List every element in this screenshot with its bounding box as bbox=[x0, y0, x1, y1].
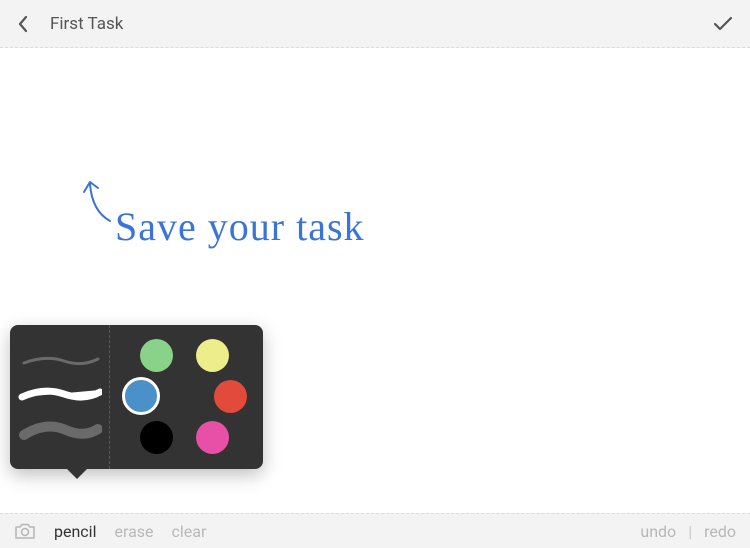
redo-button[interactable]: redo bbox=[704, 522, 736, 541]
color-swatch-blue[interactable] bbox=[122, 377, 160, 415]
color-swatch-pink[interactable] bbox=[196, 421, 229, 454]
pencil-tool[interactable]: pencil bbox=[54, 522, 96, 541]
color-swatch-red[interactable] bbox=[214, 380, 247, 413]
header: First Task bbox=[0, 0, 750, 48]
hint-text: Save your task bbox=[115, 203, 365, 250]
header-left: First Task bbox=[16, 14, 123, 34]
color-swatch-yellow[interactable] bbox=[196, 339, 229, 372]
stroke-option-medium[interactable] bbox=[18, 385, 102, 403]
color-swatch-black[interactable] bbox=[140, 421, 173, 454]
toolbar-left: pencil erase clear bbox=[14, 522, 206, 541]
camera-icon bbox=[14, 522, 36, 540]
pencil-popover bbox=[10, 325, 263, 469]
done-button[interactable] bbox=[712, 15, 734, 33]
chevron-left-icon bbox=[16, 14, 30, 34]
camera-button[interactable] bbox=[14, 522, 36, 540]
drawing-canvas[interactable]: Save your task bbox=[0, 48, 750, 513]
color-picker bbox=[110, 325, 263, 469]
color-swatch-green[interactable] bbox=[140, 339, 173, 372]
clear-tool[interactable]: clear bbox=[172, 522, 207, 541]
back-button[interactable] bbox=[16, 14, 30, 34]
bottom-toolbar: pencil erase clear undo | redo bbox=[0, 513, 750, 548]
stroke-option-thin[interactable] bbox=[18, 353, 102, 367]
stroke-picker bbox=[10, 325, 110, 469]
toolbar-right: undo | redo bbox=[640, 522, 736, 541]
erase-tool[interactable]: erase bbox=[114, 522, 153, 541]
toolbar-divider: | bbox=[688, 522, 692, 541]
check-icon bbox=[712, 15, 734, 33]
undo-button[interactable]: undo bbox=[640, 522, 676, 541]
stroke-option-thick[interactable] bbox=[18, 421, 102, 441]
page-title: First Task bbox=[50, 14, 123, 34]
hint-arrow-icon bbox=[80, 176, 120, 226]
